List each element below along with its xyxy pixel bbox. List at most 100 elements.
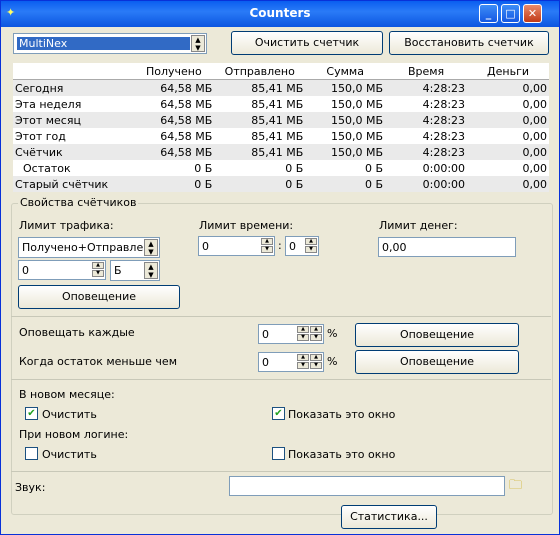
time-minutes-spinner[interactable]: ▲ ▼ [305,238,317,254]
money-cell: 0,00 [467,144,549,160]
sent-cell: 85,41 МБ [214,79,306,96]
connection-value: MultiNex [17,37,190,50]
traffic-unit-select[interactable]: Б ▲ ▼ [110,260,160,281]
notify-every-label: Оповещать каждые [19,326,135,339]
money-limit-value: 0,00 [382,241,407,254]
window-title: Counters [249,6,311,20]
sent-cell: 85,41 МБ [214,96,306,112]
received-cell: 64,58 МБ [133,79,215,96]
col-header[interactable]: Отправлено [214,63,306,80]
money-cell: 0,00 [467,160,549,176]
close-button[interactable]: ✕ [523,4,542,23]
time-hours-spinner[interactable]: ▲ ▼ [261,238,273,254]
remainder-input[interactable]: 0 ▲ ▼ ▲ ▼ [258,352,324,372]
table-row[interactable]: Этот месяц 64,58 МБ 85,41 МБ 150,0 МБ 4:… [13,112,549,128]
time-cell: 0:00:00 [385,176,468,192]
restore-counter-button[interactable]: Восстановить счетчик [389,31,549,55]
statistics-button[interactable]: Статистика... [341,505,437,529]
col-header[interactable]: Получено [133,63,215,80]
notify-every-input[interactable]: 0 ▲ ▼ ▲ ▼ [258,324,324,344]
notify-every-spinner[interactable]: ▲ ▼ [297,326,309,342]
row-label: Счётчик [13,144,134,160]
chevron-updown-icon: ▲ ▼ [191,35,205,52]
sum-cell: 150,0 МБ [305,128,386,144]
sum-cell: 0 Б [305,176,386,192]
sum-cell: 150,0 МБ [305,112,386,128]
table-row[interactable]: Остаток 0 Б 0 Б 0 Б 0:00:00 0,00 [13,160,549,176]
sum-cell: 150,0 МБ [305,79,386,96]
col-header[interactable] [13,63,134,80]
new-login-clear-label: Очистить [42,448,97,461]
stats-header-row: Получено Отправлено Сумма Время Деньги [13,63,549,80]
time-hours-input[interactable]: 0 ▲ ▼ [198,236,275,256]
notify-every-button[interactable]: Оповещение [355,323,519,347]
traffic-limit-input[interactable]: 0 ▲ ▼ [18,260,106,280]
chevron-updown-icon: ▲ ▼ [144,239,158,256]
group-legend: Свойства счётчиков [18,196,139,209]
new-month-show-label: Показать это окно [288,408,396,421]
table-row[interactable]: Старый счётчик 0 Б 0 Б 0 Б 0:00:00 0,00 [13,176,549,192]
row-label: Эта неделя [13,96,134,112]
remainder-spinner[interactable]: ▲ ▼ [297,354,309,370]
traffic-mode-select[interactable]: Получено+Отправлено ▲ ▼ [18,237,160,258]
col-header[interactable]: Время [385,63,468,80]
time-cell: 0:00:00 [385,160,468,176]
col-header[interactable]: Деньги [467,63,549,80]
traffic-unit-value: Б [114,264,122,277]
title-bar[interactable]: ✦ Counters _ □ ✕ [1,1,559,27]
money-cell: 0,00 [467,128,549,144]
received-cell: 0 Б [133,176,215,192]
percent-label: % [327,327,338,340]
new-month-clear-checkbox[interactable]: ✔ [25,407,38,420]
time-cell: 4:28:23 [385,79,468,96]
time-limit-label: Лимит времени: [199,219,294,232]
stats-table: Получено Отправлено Сумма Время Деньги С… [13,63,549,192]
money-cell: 0,00 [467,79,549,96]
connection-select[interactable]: MultiNex ▲ ▼ [13,33,207,54]
new-month-show-checkbox[interactable]: ✔ [272,407,285,420]
divider [11,471,551,472]
row-label: Старый счётчик [13,176,134,192]
table-row[interactable]: Эта неделя 64,58 МБ 85,41 МБ 150,0 МБ 4:… [13,96,549,112]
traffic-limit-label: Лимит трафика: [19,219,114,232]
traffic-limit-spinner[interactable]: ▲ ▼ [92,262,104,278]
row-label: Сегодня [13,79,134,96]
new-login-label: При новом логине: [19,428,129,441]
minimize-button[interactable]: _ [479,4,498,23]
notify-every-spinner-2[interactable]: ▲ ▼ [310,326,322,342]
remainder-notify-button[interactable]: Оповещение [355,350,519,374]
new-login-show-checkbox[interactable] [272,447,285,460]
sum-cell: 150,0 МБ [305,96,386,112]
time-minutes-input[interactable]: 0 ▲ ▼ [285,236,319,256]
table-row[interactable]: Этот год 64,58 МБ 85,41 МБ 150,0 МБ 4:28… [13,128,549,144]
table-row[interactable]: Сегодня 64,58 МБ 85,41 МБ 150,0 МБ 4:28:… [13,79,549,96]
time-cell: 4:28:23 [385,112,468,128]
new-month-label: В новом месяце: [19,388,115,401]
money-limit-input[interactable]: 0,00 [378,237,516,257]
maximize-button[interactable]: □ [501,4,520,23]
divider [11,379,551,380]
sound-input[interactable] [229,476,505,496]
new-login-show-label: Показать это окно [288,448,396,461]
divider [11,316,551,317]
col-header[interactable]: Сумма [305,63,386,80]
new-login-clear-checkbox[interactable] [25,447,38,460]
time-minutes-value: 0 [289,240,296,253]
remainder-spinner-2[interactable]: ▲ ▼ [310,354,322,370]
received-cell: 64,58 МБ [133,128,215,144]
received-cell: 64,58 МБ [133,96,215,112]
folder-browse-icon[interactable]: 🗀 [509,478,525,494]
row-label: Этот год [13,128,134,144]
clear-counter-button[interactable]: Очистить счетчик [231,31,383,55]
traffic-notify-button[interactable]: Оповещение [18,285,180,309]
sent-cell: 0 Б [214,160,306,176]
money-cell: 0,00 [467,96,549,112]
money-cell: 0,00 [467,112,549,128]
table-row[interactable]: Счётчик 64,58 МБ 85,41 МБ 150,0 МБ 4:28:… [13,144,549,160]
time-hours-value: 0 [202,240,209,253]
percent-label-2: % [327,355,338,368]
sent-cell: 85,41 МБ [214,112,306,128]
notify-every-value: 0 [262,328,269,341]
money-cell: 0,00 [467,176,549,192]
money-limit-label: Лимит денег: [379,219,458,232]
